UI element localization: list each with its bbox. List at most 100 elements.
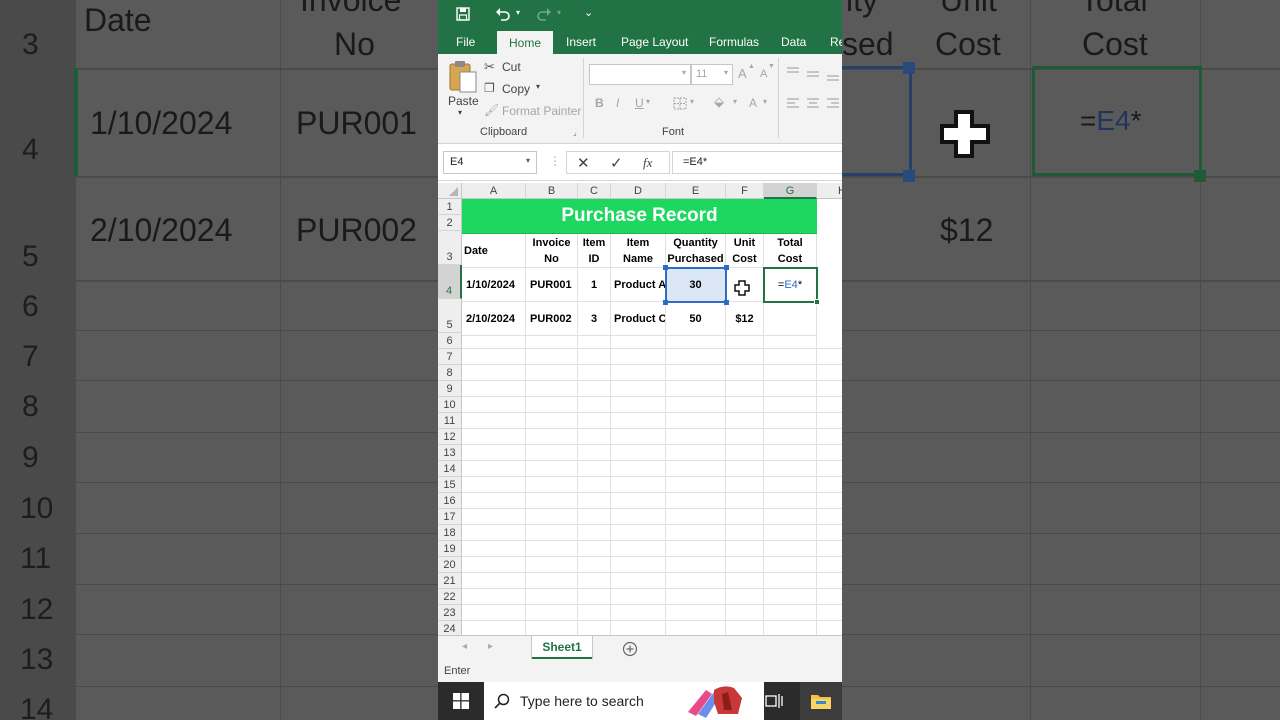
cell-a4[interactable]: 1/10/2024 — [462, 268, 526, 302]
row-header-4[interactable]: 4 — [438, 265, 462, 299]
formula-input[interactable]: =E4* — [672, 151, 842, 174]
name-box[interactable]: E4 ▾ — [443, 151, 537, 174]
empty-cell[interactable] — [462, 365, 526, 381]
windows-start-icon[interactable] — [453, 693, 469, 709]
cell-g3[interactable]: Total Cost — [764, 234, 817, 268]
empty-cell[interactable] — [764, 525, 817, 541]
row-header-1[interactable]: 1 — [438, 199, 462, 215]
empty-cell[interactable] — [526, 557, 578, 573]
empty-cell[interactable] — [726, 509, 764, 525]
empty-cell[interactable] — [666, 413, 726, 429]
empty-cell[interactable] — [764, 477, 817, 493]
row-header-8[interactable]: 8 — [438, 365, 462, 381]
grow-font-icon[interactable]: A — [738, 66, 747, 81]
empty-cell[interactable] — [578, 509, 611, 525]
empty-cell[interactable] — [726, 477, 764, 493]
empty-cell[interactable] — [611, 429, 666, 445]
empty-cell[interactable] — [526, 605, 578, 621]
empty-cell[interactable] — [726, 333, 764, 349]
empty-cell[interactable] — [578, 573, 611, 589]
empty-cell[interactable] — [666, 461, 726, 477]
shrink-font-icon[interactable]: A — [760, 68, 767, 80]
empty-cell[interactable] — [817, 621, 842, 635]
empty-cell[interactable] — [526, 397, 578, 413]
empty-cell[interactable] — [666, 589, 726, 605]
empty-cell[interactable] — [611, 525, 666, 541]
empty-cell[interactable] — [817, 541, 842, 557]
cell-f5[interactable]: $12 — [726, 302, 764, 336]
empty-cell[interactable] — [666, 445, 726, 461]
cell-g4-active[interactable]: = E4 * — [764, 268, 817, 302]
row-header-6[interactable]: 6 — [438, 333, 462, 349]
empty-cell[interactable] — [578, 541, 611, 557]
empty-cell[interactable] — [764, 365, 817, 381]
undo-dropdown-icon[interactable]: ▾ — [516, 8, 520, 17]
empty-cell[interactable] — [726, 349, 764, 365]
empty-cell[interactable] — [578, 413, 611, 429]
empty-cell[interactable] — [764, 589, 817, 605]
empty-cell[interactable] — [764, 509, 817, 525]
empty-cell[interactable] — [817, 365, 842, 381]
empty-cell[interactable] — [526, 365, 578, 381]
empty-cell[interactable] — [462, 621, 526, 635]
fill-handle[interactable] — [814, 299, 820, 305]
empty-cell[interactable] — [764, 349, 817, 365]
tab-file[interactable]: File — [456, 30, 475, 54]
worksheet-grid[interactable]: A B C D E F G H 1 2 3 4 5 6 7 8 9 10 11 12 13 14 15 16 1… — [438, 183, 842, 635]
cell-c5[interactable]: 3 — [578, 302, 611, 336]
bold-button[interactable]: B — [595, 96, 604, 110]
empty-cell[interactable] — [764, 621, 817, 635]
empty-cell[interactable] — [578, 557, 611, 573]
empty-cell[interactable] — [817, 509, 842, 525]
column-header-c[interactable]: C — [578, 183, 611, 199]
sheet-tab-sheet1[interactable]: Sheet1 — [532, 636, 592, 659]
empty-cell[interactable] — [764, 397, 817, 413]
empty-cell[interactable] — [764, 381, 817, 397]
empty-cell[interactable] — [462, 397, 526, 413]
empty-cell[interactable] — [578, 397, 611, 413]
empty-cell[interactable] — [764, 461, 817, 477]
title-banner[interactable]: Purchase Record — [462, 199, 817, 234]
row-header-10[interactable]: 10 — [438, 397, 462, 413]
empty-cell[interactable] — [726, 413, 764, 429]
cancel-icon[interactable]: ✕ — [577, 154, 590, 172]
empty-cell[interactable] — [462, 381, 526, 397]
save-icon[interactable] — [456, 7, 470, 21]
copy-button[interactable]: ❐ Copy ▾ — [484, 81, 564, 97]
empty-cell[interactable] — [526, 429, 578, 445]
empty-cell[interactable] — [611, 621, 666, 635]
empty-cell[interactable] — [726, 525, 764, 541]
empty-cell[interactable] — [726, 589, 764, 605]
empty-cell[interactable] — [611, 445, 666, 461]
empty-cell[interactable] — [526, 589, 578, 605]
row-header-15[interactable]: 15 — [438, 477, 462, 493]
cell-c3[interactable]: Item ID — [578, 234, 611, 268]
empty-cell[interactable] — [726, 365, 764, 381]
borders-icon[interactable] — [673, 97, 687, 110]
empty-cell[interactable] — [578, 365, 611, 381]
empty-cell[interactable] — [726, 605, 764, 621]
empty-cell[interactable] — [666, 573, 726, 589]
empty-cell[interactable] — [817, 493, 842, 509]
empty-cell[interactable] — [462, 589, 526, 605]
font-size-select[interactable]: 11 ▾ — [691, 64, 733, 85]
empty-cell[interactable] — [526, 525, 578, 541]
empty-cell[interactable] — [462, 477, 526, 493]
insert-function-icon[interactable]: fx — [643, 155, 652, 171]
row-header-18[interactable]: 18 — [438, 525, 462, 541]
empty-cell[interactable] — [526, 493, 578, 509]
empty-cell[interactable] — [817, 589, 842, 605]
empty-cell[interactable] — [526, 541, 578, 557]
cell-e3[interactable]: Quantity Purchased — [666, 234, 726, 268]
empty-cell[interactable] — [764, 429, 817, 445]
column-header-e[interactable]: E — [666, 183, 726, 199]
task-view-icon[interactable] — [765, 693, 783, 709]
empty-cell[interactable] — [526, 477, 578, 493]
empty-cell[interactable] — [666, 397, 726, 413]
column-header-f[interactable]: F — [726, 183, 764, 199]
cell-d5[interactable]: Product C — [611, 302, 666, 336]
empty-cell[interactable] — [817, 397, 842, 413]
empty-cell[interactable] — [611, 557, 666, 573]
empty-cell[interactable] — [462, 333, 526, 349]
empty-cell[interactable] — [817, 461, 842, 477]
